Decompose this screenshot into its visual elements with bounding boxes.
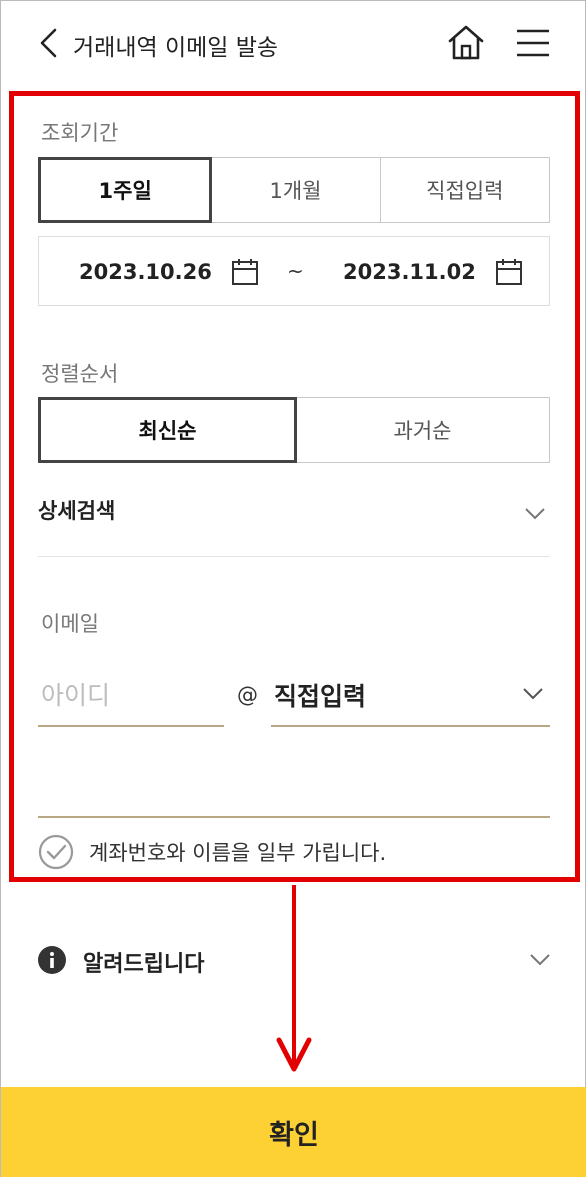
email-domain-custom-input[interactable] xyxy=(38,816,550,818)
period-label: 조회기간 xyxy=(41,121,119,145)
info-icon xyxy=(38,946,66,974)
home-icon[interactable] xyxy=(447,23,485,63)
sort-option-latest[interactable]: 최신순 xyxy=(38,397,297,463)
email-domain-select[interactable]: 직접입력 xyxy=(274,677,366,713)
period-segmented-control: 1주일 1개월 직접입력 xyxy=(38,157,550,223)
chevron-down-icon[interactable] xyxy=(522,687,544,701)
sort-label: 정렬순서 xyxy=(41,362,119,386)
sort-segmented-control: 최신순 과거순 xyxy=(38,397,550,463)
page-title: 거래내역 이메일 발송 xyxy=(73,35,279,61)
email-label: 이메일 xyxy=(41,612,99,636)
hamburger-menu-icon[interactable] xyxy=(515,27,551,59)
detail-search-toggle[interactable]: 상세검색 xyxy=(38,495,115,525)
period-option-custom[interactable]: 직접입력 xyxy=(381,158,549,222)
checkbox-check-icon[interactable] xyxy=(38,834,74,870)
chevron-down-icon[interactable] xyxy=(524,507,546,521)
back-arrow-icon[interactable] xyxy=(35,27,65,59)
calendar-icon[interactable] xyxy=(495,258,523,286)
divider xyxy=(38,556,550,557)
calendar-icon[interactable] xyxy=(231,258,259,286)
period-option-1month[interactable]: 1개월 xyxy=(211,158,381,222)
at-symbol: @ xyxy=(237,683,258,707)
notice-toggle[interactable]: 알려드립니다 xyxy=(83,946,204,978)
app-header: 거래내역 이메일 발송 xyxy=(1,1,586,87)
date-separator: ~ xyxy=(287,259,304,283)
end-date[interactable]: 2023.11.02 xyxy=(343,260,476,284)
start-date[interactable]: 2023.10.26 xyxy=(79,260,212,284)
mask-option-label[interactable]: 계좌번호와 이름을 일부 가립니다. xyxy=(89,837,386,867)
email-domain-underline xyxy=(271,725,550,727)
sort-option-oldest[interactable]: 과거순 xyxy=(296,398,549,462)
email-id-input[interactable]: 아이디 xyxy=(41,676,110,712)
date-range-box: 2023.10.26 ~ 2023.11.02 xyxy=(38,236,550,306)
period-option-1week[interactable]: 1주일 xyxy=(38,157,213,223)
confirm-button[interactable]: 확인 xyxy=(1,1087,586,1177)
chevron-down-icon[interactable] xyxy=(529,953,551,967)
down-arrow-icon xyxy=(276,885,312,1072)
email-id-underline xyxy=(38,725,224,727)
